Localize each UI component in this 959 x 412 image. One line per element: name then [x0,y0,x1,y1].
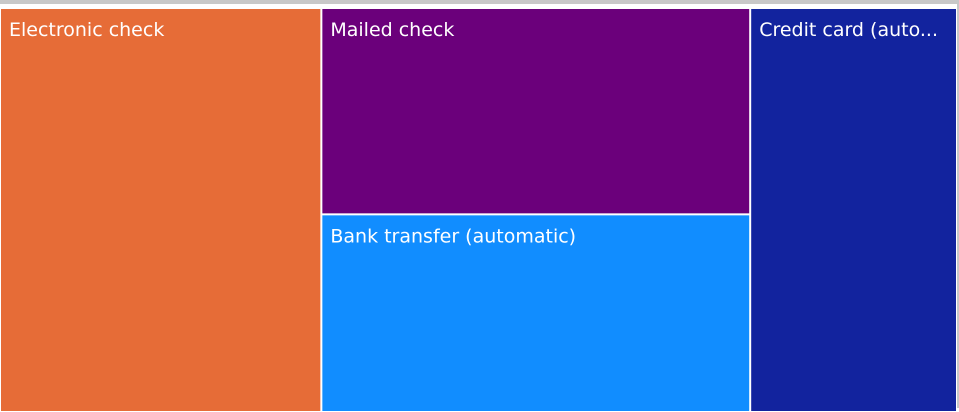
tile-rect-electronic-check[interactable] [1,9,321,411]
tile-credit-card-automatic[interactable]: Credit card (auto... [751,9,956,411]
treemap-plot-area: Electronic check Mailed check Bank transfe… [1,9,956,411]
tile-mailed-check[interactable]: Mailed check [322,9,750,214]
tile-label-bank-transfer-automatic: Bank transfer (automatic) [330,225,576,247]
tile-label-credit-card-automatic: Credit card (auto... [759,19,938,41]
tile-rect-credit-card-automatic[interactable] [751,9,956,411]
tile-bank-transfer-automatic[interactable]: Bank transfer (automatic) [322,215,750,411]
treemap-chart: Electronic check Mailed check Bank transfe… [0,0,959,411]
tile-electronic-check[interactable]: Electronic check [1,9,321,411]
tile-label-electronic-check: Electronic check [9,19,164,41]
tile-label-mailed-check: Mailed check [330,19,454,41]
